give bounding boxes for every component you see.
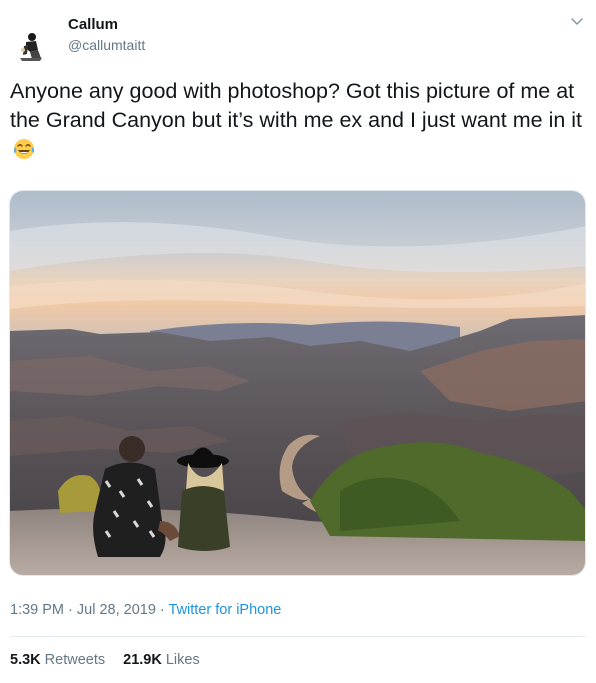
chevron-down-icon[interactable] <box>570 14 584 28</box>
person-woman <box>177 447 230 551</box>
avatar[interactable] <box>12 28 48 64</box>
likes-stat[interactable]: 21.9K Likes <box>123 652 200 668</box>
likes-label: Likes <box>161 652 200 668</box>
grand-canyon-photo <box>10 191 585 575</box>
retweets-label: Retweets <box>40 652 106 668</box>
retweets-count: 5.3K <box>10 652 41 668</box>
divider <box>10 636 586 637</box>
tweet-text: Anyone any good with photoshop? Got this… <box>10 77 588 164</box>
user-handle[interactable]: @callumtaitt <box>68 37 145 53</box>
tears-of-joy-emoji-icon <box>12 137 36 161</box>
meta-separator: · <box>64 602 77 618</box>
tweet-stats: 5.3K Retweets 21.9K Likes <box>10 652 218 668</box>
tweet-text-body: Anyone any good with photoshop? Got this… <box>10 79 583 132</box>
meta-separator: · <box>155 602 169 618</box>
retweets-stat[interactable]: 5.3K Retweets <box>10 652 105 668</box>
tweet-meta: 1:39 PM · Jul 28, 2019 · Twitter for iPh… <box>10 602 281 618</box>
tweet-date[interactable]: Jul 28, 2019 <box>77 602 156 618</box>
tweet-time[interactable]: 1:39 PM <box>10 602 64 618</box>
tweet-photo[interactable] <box>9 190 586 576</box>
likes-count: 21.9K <box>123 652 162 668</box>
tweet-source-link[interactable]: Twitter for iPhone <box>169 602 282 618</box>
user-name[interactable]: Callum <box>68 16 118 33</box>
avatar-image <box>20 33 42 61</box>
